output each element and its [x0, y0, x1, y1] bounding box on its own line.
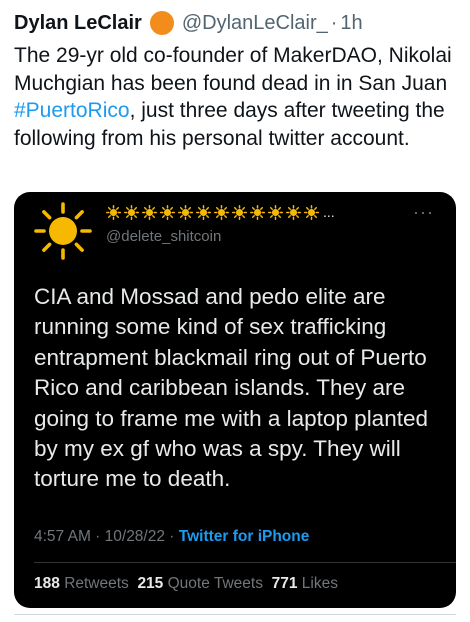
quoted-tweet-text: CIA and Mossad and pedo elite are runnin…	[34, 284, 428, 492]
retweets-count: 188	[34, 575, 60, 592]
author-name[interactable]: Dylan LeClair	[14, 12, 142, 35]
tweet-header: Dylan LeClair @DylanLeClair_ · 1h	[14, 8, 363, 38]
quote-tweets-stat[interactable]: 215 Quote Tweets	[137, 575, 263, 592]
hashtag-link[interactable]: #PuertoRico	[14, 99, 130, 122]
orange-circle-icon	[149, 11, 174, 35]
divider	[34, 562, 456, 563]
sun-emoji-icon	[106, 204, 121, 220]
quoted-name-row[interactable]: ...	[106, 204, 335, 220]
tweet[interactable]: Dylan LeClair @DylanLeClair_ · 1h The 29…	[0, 0, 470, 622]
sun-emoji-icon	[178, 204, 193, 220]
quoted-tweet-card[interactable]: ... ··· @delete_shitcoin CIA and Mossad …	[14, 192, 456, 608]
sun-emoji-icon	[250, 204, 265, 220]
sun-emoji-icon	[232, 204, 247, 220]
separator-dot: ·	[330, 11, 338, 34]
quote-tweets-count: 215	[137, 575, 164, 592]
sun-emoji-icon	[268, 204, 283, 220]
source-link[interactable]: Twitter for iPhone	[179, 528, 310, 545]
sun-emoji-icon	[304, 204, 319, 220]
sun-emoji-icon	[196, 204, 211, 220]
engagement-stats: 188 Retweets 215 Quote Tweets 771 Likes	[34, 575, 338, 593]
author-handle[interactable]: @DylanLeClair_	[182, 12, 328, 35]
likes-stat[interactable]: 771 Likes	[272, 575, 338, 592]
sun-emoji-icon	[286, 204, 301, 220]
retweets-stat[interactable]: 188 Retweets	[34, 575, 129, 592]
quoted-name-ellipsis: ...	[323, 204, 335, 220]
sun-emoji-icon	[160, 204, 175, 220]
more-options-icon[interactable]: ···	[413, 202, 434, 223]
quoted-handle[interactable]: @delete_shitcoin	[106, 228, 221, 245]
quoted-tweet-meta: 4:57 AM · 10/28/22 · Twitter for iPhone	[34, 528, 309, 546]
retweets-label: Retweets	[64, 575, 129, 592]
tweet-text: The 29-yr old co-founder of MakerDAO, Ni…	[14, 42, 464, 152]
sun-emoji-icon	[142, 204, 157, 220]
quoted-timestamp[interactable]: 4:57 AM · 10/28/22 ·	[34, 528, 179, 545]
tweet-text-start: The 29-yr old co-founder of MakerDAO, Ni…	[14, 44, 452, 95]
sun-icon	[34, 202, 92, 260]
sun-emoji-icon	[124, 204, 139, 220]
quote-tweets-label: Quote Tweets	[167, 575, 263, 592]
likes-label: Likes	[301, 575, 338, 592]
sun-emoji-icon	[214, 204, 229, 220]
tweet-time[interactable]: 1h	[340, 12, 362, 35]
next-item-edge	[14, 614, 456, 622]
likes-count: 771	[271, 575, 298, 592]
